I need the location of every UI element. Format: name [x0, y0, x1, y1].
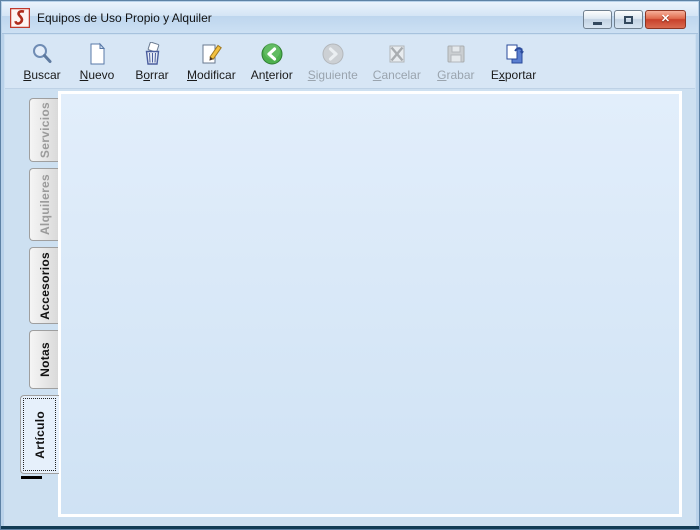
save-floppy-icon	[444, 40, 468, 67]
tab-servicios: Servicios	[29, 98, 59, 162]
search-icon	[30, 40, 54, 67]
arrow-right-icon	[321, 40, 345, 67]
app-window: Equipos de Uso Propio y Alquiler ✕ Busca…	[0, 0, 700, 530]
close-icon: ✕	[661, 14, 670, 25]
close-button[interactable]: ✕	[645, 10, 686, 29]
buscar-button[interactable]: Buscar	[19, 39, 65, 83]
borrar-button[interactable]: Borrar	[129, 39, 175, 83]
trash-icon	[140, 40, 164, 67]
new-document-icon	[85, 40, 109, 67]
active-tab-marker	[21, 476, 42, 479]
tab-notas[interactable]: Notas	[29, 330, 59, 389]
exportar-button[interactable]: Exportar	[488, 39, 539, 83]
cancelar-button: Cancelar	[370, 39, 424, 83]
toolbar: Buscar Nuevo Borrar Modificar Anterior	[5, 35, 695, 89]
modificar-button[interactable]: Modificar	[184, 39, 239, 83]
maximize-button[interactable]	[614, 10, 643, 29]
arrow-left-icon	[260, 40, 284, 67]
nuevo-button[interactable]: Nuevo	[74, 39, 120, 83]
window-title: Equipos de Uso Propio y Alquiler	[37, 11, 212, 25]
tab-alquileres: Alquileres	[29, 168, 59, 241]
app-logo-icon	[10, 8, 30, 28]
export-icon	[502, 40, 526, 67]
tab-accesorios[interactable]: Accesorios	[29, 247, 59, 324]
minimize-button[interactable]	[583, 10, 612, 29]
articulo-tab-page	[58, 91, 682, 517]
grabar-button: Grabar	[433, 39, 479, 83]
maximize-icon	[624, 16, 633, 24]
cancel-x-icon	[385, 40, 409, 67]
titlebar: Equipos de Uso Propio y Alquiler ✕	[2, 2, 698, 34]
siguiente-button: Siguiente	[305, 39, 361, 83]
edit-icon	[199, 40, 223, 67]
tab-articulo[interactable]: Artículo	[20, 395, 59, 474]
anterior-button[interactable]: Anterior	[248, 39, 296, 83]
minimize-icon	[593, 22, 602, 25]
